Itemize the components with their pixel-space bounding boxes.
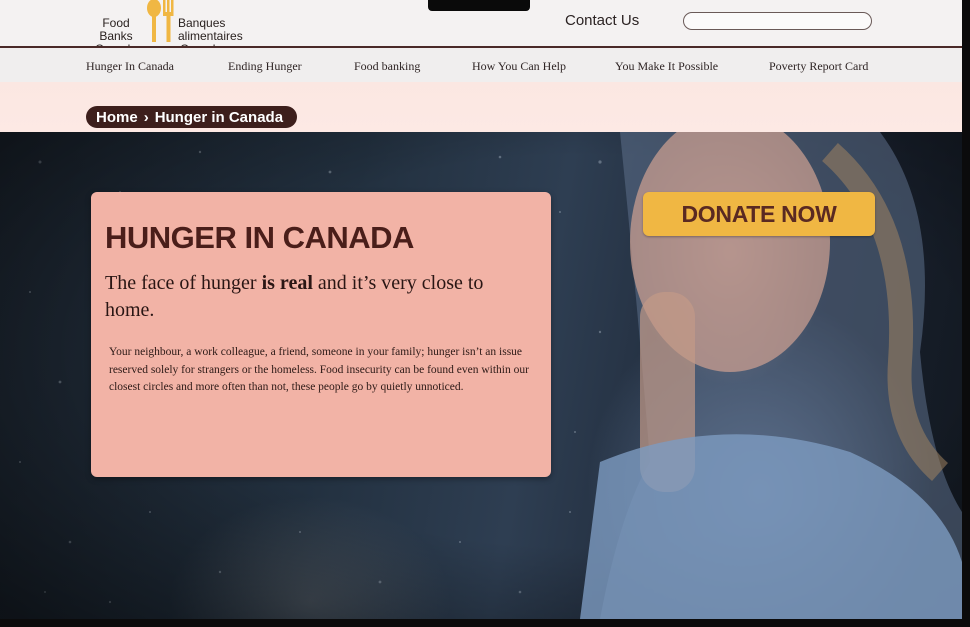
site-header: Food Banks Canada Banques alimentaires C… [0, 0, 962, 56]
nav-item-hunger-in-canada[interactable]: Hunger In Canada [86, 59, 174, 74]
hero-lead-text: The face of hunger is real and it’s very… [105, 270, 495, 324]
contact-us-link[interactable]: Contact Us [565, 12, 639, 29]
logo-en-line1: Food Banks [99, 16, 133, 43]
page-title: HUNGER IN CANADA [105, 220, 414, 255]
lead-text-start: The face of hunger [105, 272, 262, 294]
main-nav: Hunger In Canada Ending Hunger Food bank… [0, 48, 962, 82]
donate-now-button[interactable]: DONATE NOW [643, 192, 875, 236]
hero-body-text: Your neighbour, a work colleague, a frie… [109, 346, 529, 393]
hero-text-card: HUNGER IN CANADA The face of hunger is r… [91, 192, 551, 477]
breadcrumb: Home › Hunger in Canada [86, 106, 298, 128]
breadcrumb-current: Hunger in Canada [154, 108, 284, 126]
page: Food Banks Canada Banques alimentaires C… [0, 0, 962, 619]
chevron-right-icon: › [143, 108, 149, 126]
search-input[interactable] [683, 12, 872, 30]
lead-text-emphasis: is real [261, 272, 313, 294]
logo-fr-line1: Banques alimentaires [178, 16, 243, 43]
nav-item-how-you-can-help[interactable]: How You Can Help [472, 59, 566, 74]
top-tab [428, 0, 530, 11]
fork-spoon-logo-icon [147, 0, 174, 42]
breadcrumb-home-link[interactable]: Home [96, 109, 138, 126]
nav-item-food-banking[interactable]: Food banking [354, 59, 420, 74]
nav-item-you-make-it-possible[interactable]: You Make It Possible [615, 59, 718, 74]
food-banks-canada-logo[interactable]: Food Banks Canada Banques alimentaires C… [86, 0, 286, 56]
nav-item-ending-hunger[interactable]: Ending Hunger [228, 59, 302, 74]
nav-item-poverty-report-card[interactable]: Poverty Report Card [769, 59, 868, 74]
